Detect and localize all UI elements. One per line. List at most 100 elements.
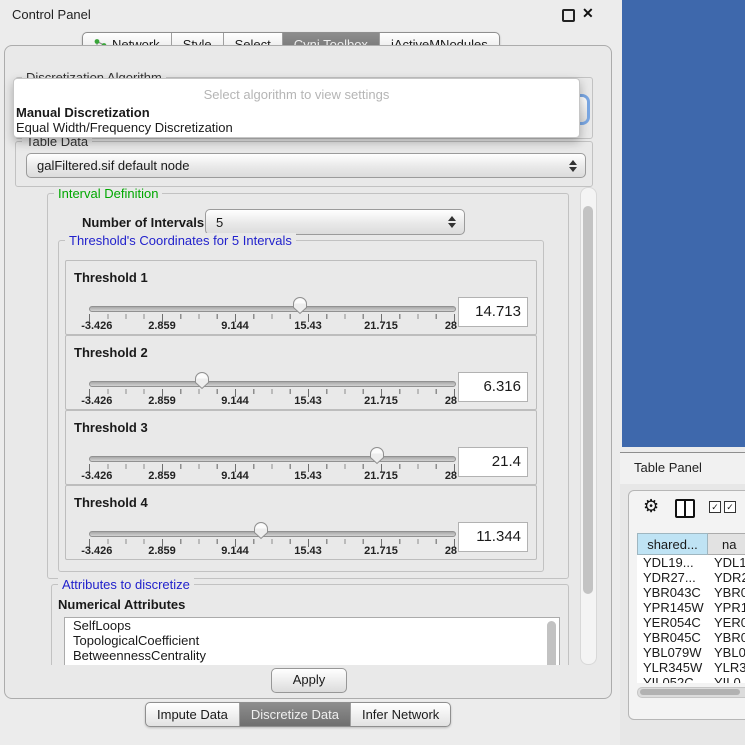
table-data-value: galFiltered.sif default node <box>37 158 189 173</box>
interval-definition-label: Interval Definition <box>54 187 162 201</box>
numerical-attributes-list[interactable]: SelfLoopsTopologicalCoefficientBetweenne… <box>64 617 560 665</box>
node-table-header: shared... na <box>637 533 745 555</box>
algorithm-option-1[interactable]: Manual Discretization <box>14 105 579 120</box>
slider-track[interactable] <box>89 531 456 537</box>
node-table: shared... na YDL19...YDL1YDR27...YDR2YBR… <box>637 533 745 683</box>
cell-shared-name[interactable]: YPR145W <box>637 600 708 615</box>
threshold-panel-4: Threshold 4 -3.4262.8599.14415.4321.71528… <box>65 485 537 560</box>
cell-shared-name[interactable]: YDR27... <box>637 570 708 585</box>
panel-title: Control Panel <box>12 7 91 22</box>
scale-tick-label: 2.859 <box>148 320 176 332</box>
columns-icon[interactable] <box>675 499 695 518</box>
cell-name[interactable]: YBR0 <box>708 630 745 645</box>
slider-scale-labels: -3.4262.8599.14415.4321.71528 <box>89 395 454 407</box>
float-window-icon[interactable] <box>562 9 575 22</box>
settings-scrollbar[interactable] <box>580 187 597 665</box>
cell-shared-name[interactable]: YIL052C <box>637 675 708 683</box>
cell-shared-name[interactable]: YER054C <box>637 615 708 630</box>
network-window-frame: GAL80GACGAL11GAL4GCY1HHAP2 <box>622 0 745 447</box>
threshold-value-field[interactable]: 14.713 <box>458 297 528 327</box>
threshold-panel-1: Threshold 1-3.4262.8599.14415.4321.71528… <box>65 260 537 335</box>
threshold-label: Threshold 4 <box>74 495 148 510</box>
threshold-value-field[interactable]: 21.4 <box>458 447 528 477</box>
table-row[interactable]: YIL052CYIL0 <box>637 675 745 683</box>
attribute-list-item[interactable]: BetweennessCentrality <box>65 648 559 663</box>
table-row[interactable]: YBL079WYBL0 <box>637 645 745 660</box>
table-row[interactable]: YPR145WYPR1 <box>637 600 745 615</box>
cell-name[interactable]: YER0 <box>708 615 745 630</box>
scale-tick-label: 28 <box>445 395 457 407</box>
cell-shared-name[interactable]: YBR045C <box>637 630 708 645</box>
tab-impute-data[interactable]: Impute Data <box>146 703 240 726</box>
column-header-name[interactable]: na <box>708 533 745 555</box>
number-of-intervals-combobox[interactable]: 5 <box>205 209 465 235</box>
slider-thumb[interactable] <box>253 521 269 540</box>
cell-name[interactable]: YBL0 <box>708 645 745 660</box>
tab-label: Infer Network <box>362 707 439 722</box>
attributes-group: Attributes to discretize Numerical Attri… <box>51 584 569 665</box>
table-row[interactable]: YER054CYER0 <box>637 615 745 630</box>
threshold-value-field[interactable]: 6.316 <box>458 372 528 402</box>
combo-arrows-icon <box>569 160 577 172</box>
threshold-label: Threshold 2 <box>74 345 148 360</box>
table-panel-title: Table Panel <box>634 460 702 475</box>
node-table-rows: YDL19...YDL1YDR27...YDR2YBR043CYBR0YPR14… <box>637 555 745 683</box>
checkbox-icon[interactable]: ✓ <box>724 501 736 513</box>
cell-name[interactable]: YDL1 <box>708 555 745 570</box>
settings-scrollbar-thumb[interactable] <box>583 206 593 594</box>
scale-tick-label: 15.43 <box>294 470 322 482</box>
table-row[interactable]: YBR045CYBR0 <box>637 630 745 645</box>
number-of-intervals-label: Number of Intervals <box>82 215 204 230</box>
slider-thumb[interactable] <box>194 371 210 390</box>
cell-name[interactable]: YIL0 <box>708 675 745 683</box>
slider-track[interactable] <box>89 456 456 462</box>
table-horizontal-scrollbar[interactable] <box>637 687 745 698</box>
slider-thumb[interactable] <box>292 296 308 315</box>
settings-viewport: Interval Definition Number of Intervals … <box>13 187 597 665</box>
table-scrollbar-thumb[interactable] <box>640 689 740 695</box>
apply-button[interactable]: Apply <box>271 668 347 693</box>
attributes-group-label: Attributes to discretize <box>58 577 194 592</box>
checkbox-icon[interactable]: ✓ <box>709 501 721 513</box>
bottom-tab-bar: Impute Data Discretize Data Infer Network <box>145 702 451 727</box>
tab-label: Impute Data <box>157 707 228 722</box>
gear-icon[interactable]: ⚙ <box>643 496 659 517</box>
slider-track[interactable] <box>89 381 456 387</box>
table-row[interactable]: YDL19...YDL1 <box>637 555 745 570</box>
table-row[interactable]: YBR043CYBR0 <box>637 585 745 600</box>
slider-scale-labels: -3.4262.8599.14415.4321.71528 <box>89 470 454 482</box>
cell-shared-name[interactable]: YLR345W <box>637 660 708 675</box>
attribute-list-scrollbar[interactable] <box>547 621 556 665</box>
tab-discretize-data[interactable]: Discretize Data <box>240 703 351 726</box>
interval-definition-group: Interval Definition Number of Intervals … <box>47 193 569 579</box>
slider-scale-labels: -3.4262.8599.14415.4321.71528 <box>89 545 454 557</box>
cell-shared-name[interactable]: YDL19... <box>637 555 708 570</box>
scale-tick-label: 28 <box>445 470 457 482</box>
attribute-list-item[interactable]: SelfLoops <box>65 618 559 633</box>
cell-name[interactable]: YLR3 <box>708 660 745 675</box>
cyni-toolbox-panel: Discretization Algorithm Table Data galF… <box>4 45 612 699</box>
cell-name[interactable]: YDR2 <box>708 570 745 585</box>
table-data-combobox[interactable]: galFiltered.sif default node <box>26 153 586 178</box>
table-row[interactable]: YDR27...YDR2 <box>637 570 745 585</box>
scale-tick-label: 21.715 <box>364 545 398 557</box>
column-header-shared-name[interactable]: shared... <box>637 533 708 555</box>
close-icon[interactable]: ✕ <box>582 5 594 22</box>
tab-label: Discretize Data <box>251 707 339 722</box>
algorithm-option-2[interactable]: Equal Width/Frequency Discretization <box>14 120 579 135</box>
slider-track[interactable] <box>89 306 456 312</box>
cell-name[interactable]: YBR0 <box>708 585 745 600</box>
cell-name[interactable]: YPR1 <box>708 600 745 615</box>
threshold-value-field[interactable]: 11.344 <box>458 522 528 552</box>
cell-shared-name[interactable]: YBL079W <box>637 645 708 660</box>
tab-infer-network[interactable]: Infer Network <box>351 703 450 726</box>
attribute-list-item[interactable]: TopologicalCoefficient <box>65 633 559 648</box>
numerical-attributes-label: Numerical Attributes <box>58 597 185 612</box>
cell-shared-name[interactable]: YBR043C <box>637 585 708 600</box>
scale-tick-label: -3.426 <box>81 320 112 332</box>
scale-tick-label: 2.859 <box>148 545 176 557</box>
slider-thumb[interactable] <box>369 446 385 465</box>
table-row[interactable]: YLR345WYLR3 <box>637 660 745 675</box>
select-columns-icons[interactable]: ✓ ✓ <box>709 501 736 513</box>
threshold-panel-2: Threshold 2 -3.4262.8599.14415.4321.71528… <box>65 335 537 410</box>
